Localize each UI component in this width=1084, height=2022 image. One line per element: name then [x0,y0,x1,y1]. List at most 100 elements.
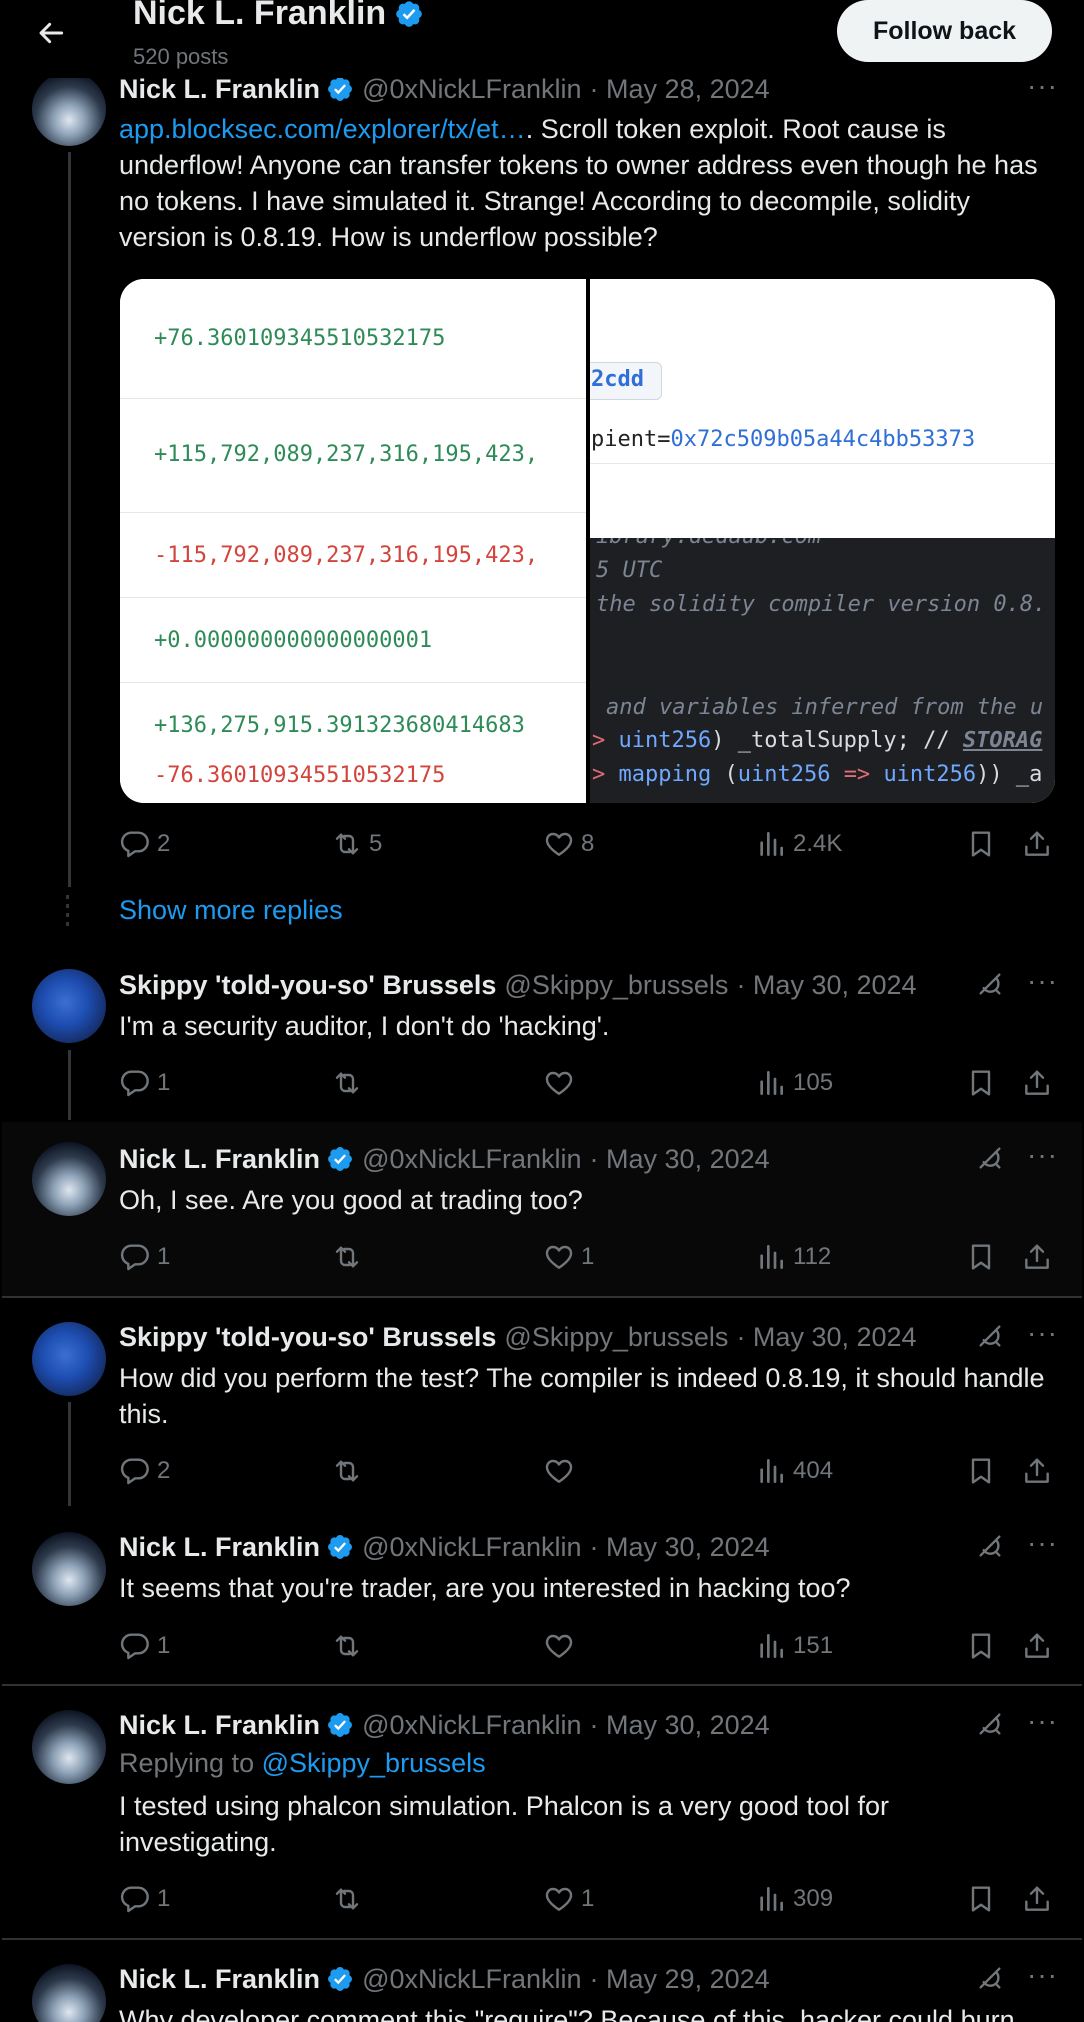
repost-button[interactable] [331,1454,369,1488]
share-button[interactable] [1021,827,1053,861]
author-name[interactable]: Nick L. Franklin [119,1710,320,1741]
grok-icon[interactable] [974,968,1006,1000]
thread-line [68,1050,71,1120]
share-button[interactable] [1021,1629,1053,1663]
views-button[interactable]: 2.4K [755,827,842,861]
verified-badge-icon [394,0,424,29]
author-handle[interactable]: @0xNickLFranklin [362,74,581,105]
reply-tweet[interactable]: Skippy 'told-you-so' Brussels @Skippy_br… [2,950,1082,1120]
views-button[interactable]: 112 [755,1240,831,1274]
grok-icon[interactable] [974,1530,1006,1562]
tweet-date[interactable]: · May 30, 2024 [736,970,916,1001]
avatar[interactable] [32,1964,106,2022]
author-name[interactable]: Nick L. Franklin [119,1532,320,1563]
tweet-text: app.blocksec.com/explorer/tx/et…. Scroll… [119,114,1038,252]
like-icon [543,828,575,860]
tweet-date[interactable]: · May 29, 2024 [590,1964,770,1995]
more-options-icon[interactable]: ··· [1027,1317,1058,1349]
tweet-date[interactable]: · May 30, 2024 [736,1322,916,1353]
share-button[interactable] [1021,1240,1053,1274]
share-button[interactable] [1021,1882,1053,1916]
like-button[interactable] [543,1629,581,1663]
tweet-image[interactable]: +76.360109345510532175 +115,792,089,237,… [120,279,1055,803]
more-options-icon[interactable]: ··· [1027,1527,1058,1559]
bookmark-button[interactable] [965,1629,997,1663]
repost-button[interactable]: 5 [331,827,382,861]
bookmark-button[interactable] [965,1454,997,1488]
grok-icon[interactable] [974,1962,1006,1994]
like-button[interactable]: 1 [543,1240,594,1274]
back-button[interactable] [30,12,72,54]
tweet-actions: 1 151 [119,1629,1058,1663]
views-icon [755,1630,787,1662]
share-button[interactable] [1021,1454,1053,1488]
reply-tweet[interactable]: Nick L. Franklin @0xNickLFranklin · May … [2,1940,1082,2022]
tweet-date[interactable]: · May 30, 2024 [590,1710,770,1741]
views-button[interactable]: 105 [755,1066,833,1100]
author-name[interactable]: Nick L. Franklin [119,1144,320,1175]
avatar[interactable] [32,1710,106,1784]
author-handle[interactable]: @Skippy_brussels [504,1322,728,1353]
author-name[interactable]: Nick L. Franklin [119,1964,320,1995]
avatar[interactable] [32,1142,106,1216]
bookmark-button[interactable] [965,1240,997,1274]
like-button[interactable] [543,1454,581,1488]
tweet-date[interactable]: · May 30, 2024 [590,1532,770,1563]
author-handle[interactable]: @0xNickLFranklin [362,1144,581,1175]
avatar[interactable] [32,72,106,146]
reply-button[interactable]: 1 [119,1629,170,1663]
reply-button[interactable]: 2 [119,827,170,861]
repost-button[interactable] [331,1240,369,1274]
repost-button[interactable] [331,1629,369,1663]
more-options-icon[interactable]: ··· [1027,965,1058,997]
tweet-link[interactable]: app.blocksec.com/explorer/tx/et… [119,114,526,144]
views-button[interactable]: 404 [755,1454,833,1488]
views-button[interactable]: 309 [755,1882,833,1916]
views-icon [755,1067,787,1099]
grok-icon[interactable] [974,1320,1006,1352]
image-right-bottom-panel: ibrary.dedaub.com 5 UTC the solidity com… [590,538,1055,803]
tweet-date[interactable]: · May 30, 2024 [590,1144,770,1175]
show-more-replies-link[interactable]: Show more replies [119,895,343,926]
author-name[interactable]: Skippy 'told-you-so' Brussels [119,1322,496,1353]
like-button[interactable] [543,1066,581,1100]
tweet-text: How did you perform the test? The compil… [119,1363,1045,1429]
reply-tweet[interactable]: Nick L. Franklin @0xNickLFranklin · May … [2,1686,1082,1938]
replying-to-handle[interactable]: @Skippy_brussels [262,1748,486,1778]
grok-icon[interactable] [974,1708,1006,1740]
reply-button[interactable]: 2 [119,1454,170,1488]
follow-back-button[interactable]: Follow back [837,0,1052,62]
main-tweet[interactable]: Nick L. Franklin @0xNickLFranklin · May … [2,0,1082,887]
reply-tweet[interactable]: Nick L. Franklin @0xNickLFranklin · May … [2,1508,1082,1684]
avatar[interactable] [32,1532,106,1606]
reply-button[interactable]: 1 [119,1240,170,1274]
bookmark-button[interactable] [965,1882,997,1916]
reply-tweet[interactable]: Skippy 'told-you-so' Brussels @Skippy_br… [2,1298,1082,1506]
reply-button[interactable]: 1 [119,1066,170,1100]
reply-button[interactable]: 1 [119,1882,170,1916]
thread-dotted-line [66,895,69,931]
like-button[interactable]: 1 [543,1882,594,1916]
author-name[interactable]: Skippy 'told-you-so' Brussels [119,970,496,1001]
more-options-icon[interactable]: ··· [1027,1959,1058,1991]
more-options-icon[interactable]: ··· [1027,1705,1058,1737]
repost-button[interactable] [331,1066,369,1100]
author-name[interactable]: Nick L. Franklin [119,74,320,105]
author-handle[interactable]: @0xNickLFranklin [362,1710,581,1741]
author-handle[interactable]: @0xNickLFranklin [362,1964,581,1995]
avatar[interactable] [32,969,106,1043]
bookmark-button[interactable] [965,827,997,861]
like-button[interactable]: 8 [543,827,594,861]
views-button[interactable]: 151 [755,1629,833,1663]
tweet-header: Nick L. Franklin @0xNickLFranklin · May … [119,1708,1058,1742]
repost-button[interactable] [331,1882,369,1916]
grok-icon[interactable] [974,1142,1006,1174]
author-handle[interactable]: @Skippy_brussels [504,970,728,1001]
share-button[interactable] [1021,1066,1053,1100]
tweet-date[interactable]: · May 28, 2024 [590,74,770,105]
avatar[interactable] [32,1322,106,1396]
bookmark-button[interactable] [965,1066,997,1100]
reply-tweet[interactable]: Nick L. Franklin @0xNickLFranklin · May … [2,1122,1082,1296]
more-options-icon[interactable]: ··· [1027,1139,1058,1171]
author-handle[interactable]: @0xNickLFranklin [362,1532,581,1563]
